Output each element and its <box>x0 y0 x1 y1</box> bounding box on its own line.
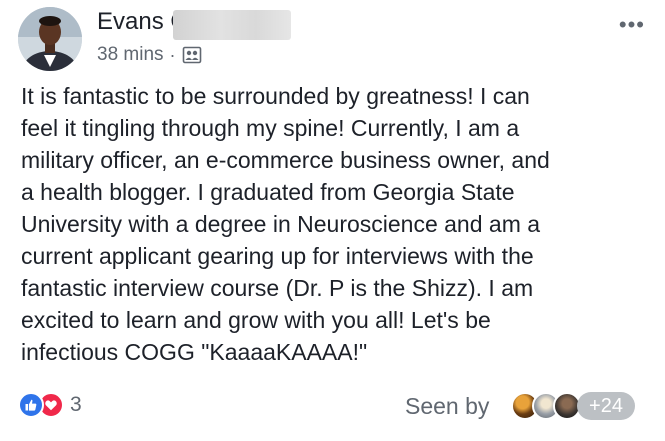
post-text-line: military officer, an e-commerce business… <box>21 147 550 173</box>
reaction-count: 3 <box>70 393 82 416</box>
post-text-line: current applicant gearing up for intervi… <box>21 243 534 269</box>
seen-by-more-count[interactable]: +24 <box>577 392 635 420</box>
post-timestamp[interactable]: 38 mins <box>97 44 164 66</box>
post-text-line: University with a degree in Neuroscience… <box>21 211 541 237</box>
seen-by-label[interactable]: Seen by <box>405 393 489 420</box>
redacted-name-block <box>173 10 291 40</box>
more-options-icon[interactable]: ••• <box>619 12 645 38</box>
author-avatar[interactable] <box>18 7 82 71</box>
post-text-line: feel it tingling through my spine! Curre… <box>21 115 520 141</box>
post-text-line: excited to learn and grow with you all! … <box>21 307 491 333</box>
post-text-line: a health blogger. I graduated from Georg… <box>21 179 515 205</box>
seen-by-avatars[interactable]: +24 <box>511 392 635 420</box>
meta-separator: · <box>169 44 176 65</box>
post-meta: 38 mins · <box>97 44 202 66</box>
group-audience-icon[interactable] <box>182 45 202 65</box>
post-text-line: fantastic interview course (Dr. P is the… <box>21 275 534 301</box>
reactions-summary[interactable]: 3 <box>18 392 82 418</box>
post-text-line: infectious COGG "KaaaaKAAAA!" <box>21 339 368 365</box>
person-photo <box>18 7 82 71</box>
like-icon <box>18 392 44 418</box>
post-text-line: It is fantastic to be surrounded by grea… <box>21 83 530 109</box>
post-body: It is fantastic to be surrounded by grea… <box>21 80 646 368</box>
